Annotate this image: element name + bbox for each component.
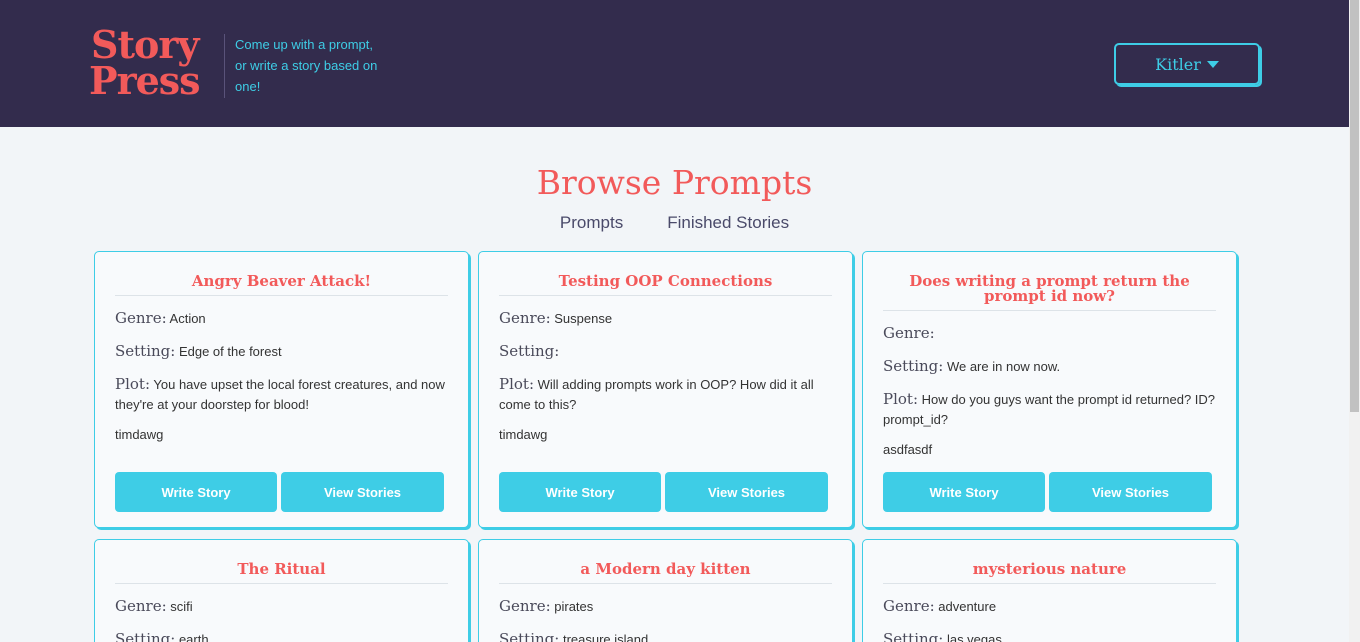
prompt-title: Angry Beaver Attack! <box>115 274 448 296</box>
prompt-card: Angry Beaver Attack! Genre: Action Setti… <box>94 251 469 528</box>
caret-down-icon <box>1206 60 1219 68</box>
setting-value: treasure island <box>562 632 649 642</box>
author-name: timdawg <box>499 427 548 442</box>
plot-value: Will adding prompts work in OOP? How did… <box>499 377 814 412</box>
setting-field: Setting: <box>499 341 832 362</box>
genre-value: Suspense <box>554 311 613 326</box>
genre-label: Genre: <box>883 597 935 615</box>
user-menu-button[interactable]: Kitler <box>1114 43 1260 85</box>
genre-field: Genre: scifi <box>115 596 448 617</box>
plot-field: Plot: How do you guys want the prompt id… <box>883 389 1216 430</box>
page-title: Browse Prompts <box>536 163 813 202</box>
genre-value: Action <box>169 311 206 326</box>
genre-value: adventure <box>938 599 997 614</box>
prompt-card: The Ritual Genre: scifi Setting: earth <box>94 539 469 642</box>
view-stories-button[interactable]: View Stories <box>281 472 444 512</box>
setting-value: earth <box>178 632 209 642</box>
genre-field: Genre: Suspense <box>499 308 832 329</box>
genre-label: Genre: <box>499 309 551 327</box>
tab-prompts[interactable]: Prompts <box>560 212 623 234</box>
setting-label: Setting: <box>115 342 176 360</box>
genre-label: Genre: <box>115 597 167 615</box>
setting-value: Edge of the forest <box>178 344 282 359</box>
plot-value: You have upset the local forest creature… <box>115 377 445 412</box>
logo-line-2: Press <box>89 58 201 103</box>
genre-label: Genre: <box>499 597 551 615</box>
genre-value: pirates <box>554 599 594 614</box>
write-story-button[interactable]: Write Story <box>499 472 661 512</box>
scrollbar-thumb[interactable] <box>1350 0 1359 412</box>
genre-value: scifi <box>170 599 193 614</box>
view-stories-button[interactable]: View Stories <box>1049 472 1212 512</box>
plot-value: How do you guys want the prompt id retur… <box>883 392 1216 427</box>
genre-field: Genre: <box>883 323 1216 344</box>
setting-label: Setting: <box>115 630 176 642</box>
plot-field: Plot: You have upset the local forest cr… <box>115 374 448 415</box>
setting-field: Setting: treasure island <box>499 629 832 642</box>
view-tabs: Prompts Finished Stories <box>0 212 1349 234</box>
genre-field: Genre: pirates <box>499 596 832 617</box>
setting-field: Setting: las vegas <box>883 629 1216 642</box>
prompt-card: Does writing a prompt return the prompt … <box>862 251 1237 528</box>
prompt-title: a Modern day kitten <box>499 562 832 584</box>
prompt-title: Testing OOP Connections <box>499 274 832 296</box>
author-name: timdawg <box>115 427 164 442</box>
card-actions: Write Story View Stories <box>499 472 828 512</box>
top-header: Story Press Come up with a prompt, or wr… <box>0 0 1349 127</box>
user-name: Kitler <box>1155 54 1201 74</box>
genre-label: Genre: <box>115 309 167 327</box>
prompt-card: Testing OOP Connections Genre: Suspense … <box>478 251 853 528</box>
setting-value: We are in now now. <box>946 359 1061 374</box>
plot-label: Plot: <box>883 390 919 408</box>
write-story-button[interactable]: Write Story <box>115 472 277 512</box>
genre-label: Genre: <box>883 324 935 342</box>
tagline: Come up with a prompt, or write a story … <box>235 37 378 94</box>
card-actions: Write Story View Stories <box>883 472 1212 512</box>
setting-label: Setting: <box>883 630 944 642</box>
prompt-title: mysterious nature <box>883 562 1216 584</box>
setting-field: Setting: We are in now now. <box>883 356 1216 377</box>
setting-label: Setting: <box>499 630 560 642</box>
author-name: asdfasdf <box>883 442 933 457</box>
storypress-logo[interactable]: Story Press <box>89 24 215 102</box>
write-story-button[interactable]: Write Story <box>883 472 1045 512</box>
view-stories-button[interactable]: View Stories <box>665 472 828 512</box>
setting-label: Setting: <box>883 357 944 375</box>
setting-field: Setting: Edge of the forest <box>115 341 448 362</box>
plot-label: Plot: <box>115 375 151 393</box>
tab-finished-stories[interactable]: Finished Stories <box>667 212 789 234</box>
header-divider <box>224 34 225 98</box>
prompt-title: The Ritual <box>115 562 448 584</box>
card-actions: Write Story View Stories <box>115 472 444 512</box>
prompt-card: a Modern day kitten Genre: pirates Setti… <box>478 539 853 642</box>
plot-field: Plot: Will adding prompts work in OOP? H… <box>499 374 832 415</box>
plot-label: Plot: <box>499 375 535 393</box>
prompt-card: mysterious nature Genre: adventure Setti… <box>862 539 1237 642</box>
setting-field: Setting: earth <box>115 629 448 642</box>
setting-value: las vegas <box>946 632 1002 642</box>
genre-field: Genre: adventure <box>883 596 1216 617</box>
genre-field: Genre: Action <box>115 308 448 329</box>
prompt-title: Does writing a prompt return the prompt … <box>883 274 1216 311</box>
setting-label: Setting: <box>499 342 560 360</box>
